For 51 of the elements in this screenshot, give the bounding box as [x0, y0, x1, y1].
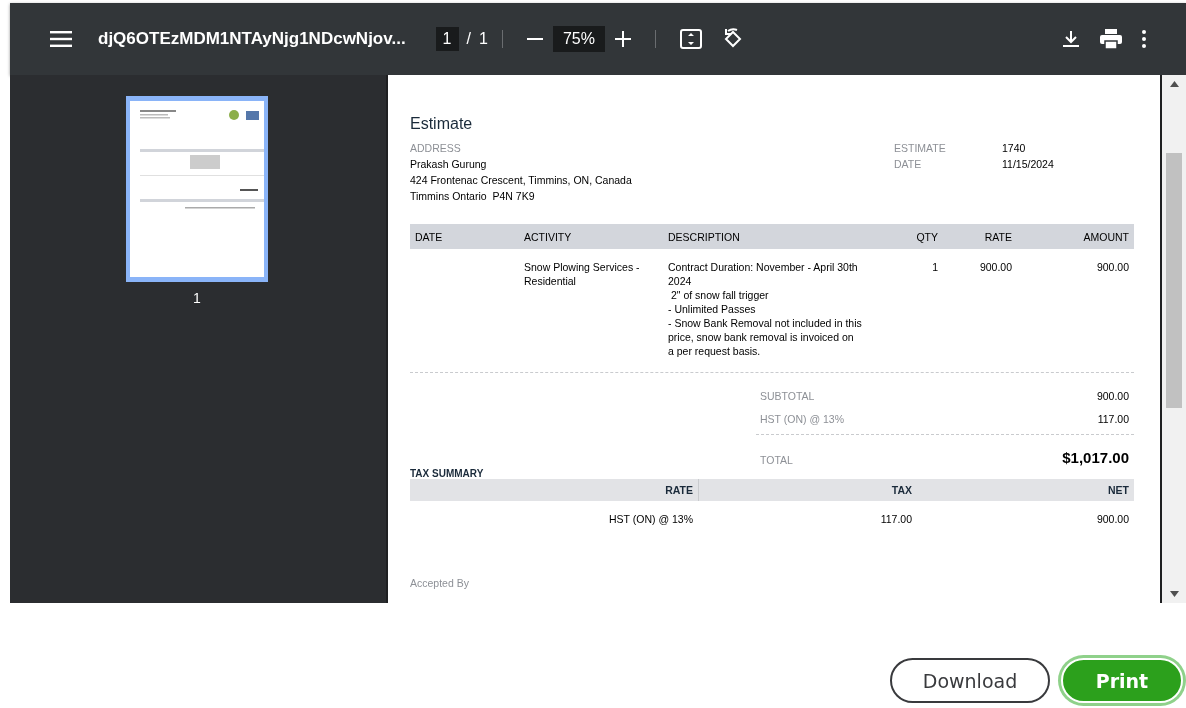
column-header: DATE [414, 230, 444, 243]
scroll-up-icon[interactable] [1169, 81, 1179, 87]
grand-total-value: $1,017.00 [1062, 449, 1130, 466]
table-cell-text: 900.00 [1095, 260, 1130, 274]
address-line: 424 Frontenac Crescent, Timmins, ON, Canada [410, 174, 633, 186]
document-heading: Estimate [410, 115, 474, 133]
total-value: 900.00 [1096, 389, 1130, 402]
zoom-field[interactable]: 75% [552, 26, 605, 52]
accepted-by-label: Accepted By [410, 577, 470, 589]
table-cell-text: 117.00 [879, 513, 912, 525]
zoom-in-icon[interactable] [614, 31, 631, 47]
table-cell-text: 1 [931, 260, 938, 274]
column-header: NET [1107, 484, 1130, 496]
meta-label: ESTIMATE [894, 142, 947, 154]
table-cell-text: Snow Plowing Services - Residential [524, 260, 641, 288]
column-header: ACTIVITY [524, 230, 573, 243]
table-cell-text: 900.00 [1095, 513, 1130, 525]
address-line: Prakash Gurung [410, 158, 488, 170]
page-number-field[interactable]: 1 [435, 27, 459, 51]
column-header: QTY [915, 230, 938, 243]
page-thumbnail[interactable] [126, 96, 268, 282]
more-options-icon[interactable] [1142, 30, 1146, 48]
total-value: 117.00 [1097, 412, 1130, 425]
scrollbar[interactable] [1160, 75, 1186, 603]
meta-value: 1740 [1002, 142, 1026, 154]
fit-page-icon[interactable] [679, 29, 702, 49]
column-header: RATE [983, 230, 1012, 243]
address-label: ADDRESS [410, 142, 462, 154]
table-cell: Contract Duration: November - April 30th 2024 2" of snow fall trigger - Unlimited Passes - Snow Bank Removal not included in this price, snow bank removal is invoiced on a per request basis. [668, 260, 862, 358]
page-total: 1 [478, 30, 488, 48]
column-header: RATE [410, 479, 699, 501]
page-number-label: 1 [193, 290, 201, 306]
print-icon[interactable] [1100, 29, 1122, 49]
total-label: SUBTOTAL [760, 389, 815, 402]
total-label: TOTAL [760, 454, 793, 466]
page-separator: / [466, 30, 471, 48]
document-title: djQ6OTEzMDM1NTAyNjg1NDcwNjov... [98, 29, 406, 49]
meta-value: 11/15/2024 [1002, 158, 1054, 170]
address-line: Timmins Ontario P4N 7K9 [410, 190, 536, 202]
table-cell-text: HST (ON) @ 13% [608, 513, 694, 525]
download-icon[interactable] [1062, 30, 1080, 48]
menu-icon[interactable] [50, 30, 72, 48]
download-button[interactable]: Download [890, 658, 1050, 703]
column-header: TAX [890, 484, 912, 496]
scroll-down-icon[interactable] [1169, 591, 1179, 597]
meta-label: DATE [894, 158, 923, 170]
column-header: DESCRIPTION [668, 230, 741, 243]
column-header: AMOUNT [1082, 230, 1130, 243]
tax-summary-heading: TAX SUMMARY [410, 468, 485, 479]
table-cell-text: 900.00 [978, 260, 1012, 274]
total-label: HST (ON) @ 13% [760, 412, 844, 425]
